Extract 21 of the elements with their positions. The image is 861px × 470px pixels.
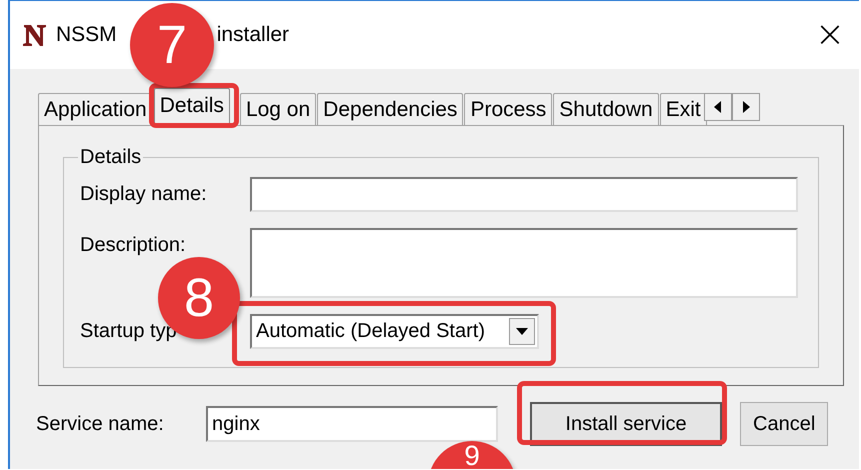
group-title: Details (79, 146, 142, 169)
close-button[interactable]: × (800, 17, 859, 53)
input-field[interactable] (250, 228, 798, 298)
app-logo-icon (22, 22, 48, 48)
tab[interactable]: Log on (240, 93, 316, 125)
tab[interactable]: Process (464, 93, 552, 125)
field-label: Service name: (36, 412, 165, 436)
input-field[interactable]: nginx (206, 406, 498, 442)
field-label: Description: (80, 233, 187, 257)
field-label: Display name: (80, 182, 208, 206)
tab[interactable]: Dependencies (317, 93, 464, 125)
tab[interactable]: Exit (660, 93, 707, 125)
tab[interactable]: Details (154, 88, 230, 125)
scroll-left-icon[interactable] (704, 93, 732, 121)
window-title: installer (216, 23, 290, 47)
scroll-right-icon[interactable] (732, 93, 760, 121)
dropdown[interactable]: Automatic (Delayed Start) (250, 314, 539, 349)
window-title: NSSM (56, 23, 117, 47)
input-field[interactable] (250, 177, 798, 212)
dialog-button[interactable]: Cancel (740, 402, 828, 446)
tab[interactable]: Shutdown (553, 93, 659, 125)
